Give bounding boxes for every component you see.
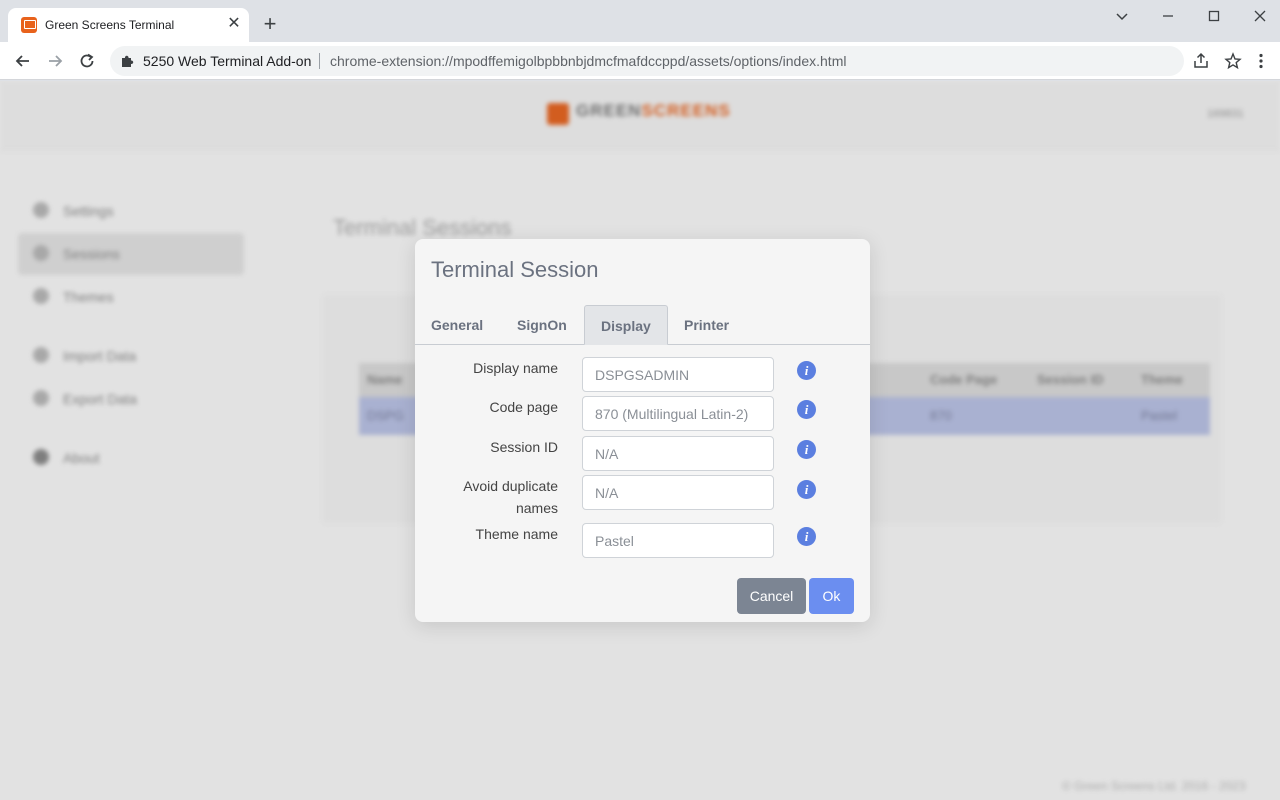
forward-arrow-icon[interactable] — [44, 50, 66, 72]
theme-name-label: Theme name — [475, 526, 558, 542]
url-separator — [319, 53, 320, 69]
info-icon[interactable]: i — [797, 361, 816, 380]
share-icon[interactable] — [1190, 50, 1212, 72]
avoid-duplicate-label-line2: names — [515, 500, 558, 516]
dialog-title: Terminal Session — [431, 257, 599, 282]
session-id-label: Session ID — [490, 439, 558, 455]
info-icon[interactable]: i — [797, 400, 816, 419]
browser-tabstrip: Green Screens Terminal ✕ + — [0, 0, 1280, 42]
avoid-duplicate-label: Avoid duplicate names — [415, 475, 558, 519]
display-name-label: Display name — [473, 360, 558, 376]
info-icon[interactable]: i — [797, 480, 816, 499]
minimize-icon[interactable] — [1157, 5, 1179, 27]
tab-general[interactable]: General — [415, 305, 499, 345]
terminal-session-dialog: Terminal Session General SignOn Display … — [415, 239, 870, 622]
tab-title: Green Screens Terminal — [45, 18, 175, 32]
tab-printer[interactable]: Printer — [668, 305, 745, 345]
tab-close-icon[interactable]: ✕ — [225, 15, 243, 33]
terminal-favicon-icon — [21, 17, 37, 33]
display-name-field[interactable] — [582, 357, 774, 392]
session-id-field[interactable] — [582, 436, 774, 471]
back-arrow-icon[interactable] — [12, 50, 34, 72]
url-text[interactable]: chrome-extension://mpodffemigolbpbbnbjdm… — [330, 53, 846, 69]
cancel-button[interactable]: Cancel — [737, 578, 806, 614]
dialog-tabs: General SignOn Display Printer — [415, 305, 870, 345]
info-icon[interactable]: i — [797, 527, 816, 546]
ok-button[interactable]: Ok — [809, 578, 854, 614]
new-tab-button[interactable]: + — [260, 13, 280, 35]
reload-icon[interactable] — [76, 50, 98, 72]
tab-signon[interactable]: SignOn — [501, 305, 583, 345]
maximize-icon[interactable] — [1203, 5, 1225, 27]
avoid-duplicate-label-line1: Avoid duplicate — [463, 478, 558, 494]
browser-toolbar: 5250 Web Terminal Add-on chrome-extensio… — [0, 42, 1280, 80]
extension-name: 5250 Web Terminal Add-on — [143, 53, 312, 69]
address-bar[interactable]: 5250 Web Terminal Add-on chrome-extensio… — [110, 46, 1184, 76]
avoid-duplicate-names-field[interactable] — [582, 475, 774, 510]
tab-display[interactable]: Display — [584, 305, 668, 345]
kebab-menu-icon[interactable] — [1250, 50, 1272, 72]
code-page-label: Code page — [489, 399, 558, 415]
browser-tab[interactable]: Green Screens Terminal ✕ — [8, 8, 249, 42]
tab-search-chevron-icon[interactable] — [1111, 5, 1133, 27]
bookmark-star-icon[interactable] — [1222, 50, 1244, 72]
code-page-field[interactable] — [582, 396, 774, 431]
puzzle-piece-icon — [120, 53, 136, 69]
window-close-icon[interactable] — [1249, 5, 1271, 27]
info-icon[interactable]: i — [797, 440, 816, 459]
theme-name-field[interactable] — [582, 523, 774, 558]
